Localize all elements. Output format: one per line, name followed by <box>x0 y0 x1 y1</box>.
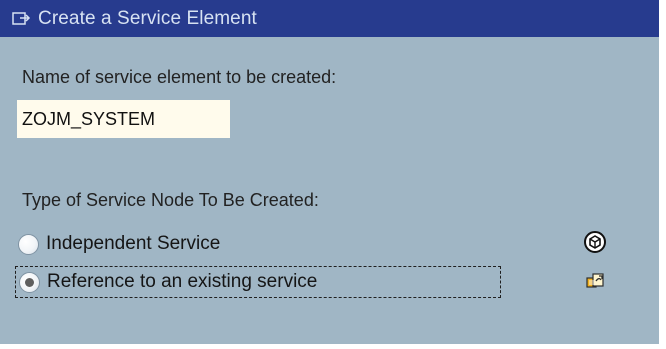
reference-existing-service-option[interactable]: Reference to an existing service <box>15 266 501 298</box>
dialog-frame: Create a Service Element Name of service… <box>0 0 666 349</box>
create-service-element-dialog: Create a Service Element Name of service… <box>0 0 659 344</box>
reference-copy-icon <box>583 269 607 293</box>
title-bar: Create a Service Element <box>0 0 659 37</box>
reference-existing-service-label: Reference to an existing service <box>47 271 318 292</box>
service-element-name-input[interactable] <box>17 100 230 138</box>
selected-radio-indicator <box>25 277 34 287</box>
reference-existing-service-radio[interactable] <box>19 271 40 293</box>
independent-service-radio[interactable] <box>18 233 39 255</box>
service-node-type-label: Type of Service Node To Be Created: <box>22 190 319 210</box>
independent-service-option[interactable]: Independent Service <box>15 229 220 259</box>
new-document-icon <box>11 10 31 28</box>
service-cube-icon <box>583 230 607 254</box>
service-element-name-label: Name of service element to be created: <box>22 67 337 87</box>
dialog-title: Create a Service Element <box>38 7 257 29</box>
independent-service-label: Independent Service <box>46 233 221 254</box>
